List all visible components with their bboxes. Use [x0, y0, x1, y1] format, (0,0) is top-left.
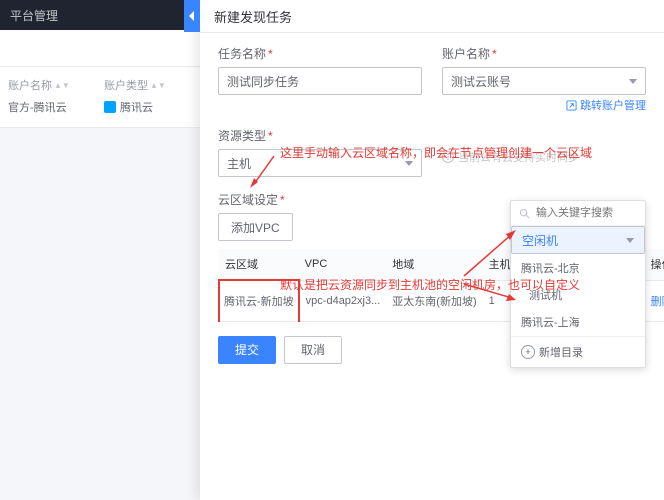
info-icon — [442, 151, 454, 163]
dropdown-add-dir[interactable]: + 新增目录 — [511, 336, 645, 367]
dropdown-search[interactable] — [511, 201, 645, 226]
dropdown-group-beijing[interactable]: 腾讯云-北京 — [511, 254, 645, 282]
account-manage-link[interactable]: 跳转账户管理 — [566, 97, 646, 113]
add-vpc-button[interactable]: 添加VPC — [218, 213, 293, 241]
collapse-drawer-button[interactable] — [184, 0, 200, 32]
drawer-title: 新建发现任务 — [200, 0, 664, 33]
app-header: 平台管理 — [0, 0, 200, 30]
dropdown-option-idle[interactable]: 空闲机 — [511, 226, 645, 254]
dropdown-search-input[interactable] — [534, 206, 628, 220]
target-dropdown: 空闲机 腾讯云-北京 测试机 腾讯云-上海 + 新增目录 — [510, 200, 646, 368]
table-row[interactable]: 官方-腾讯云 腾讯云 — [0, 99, 200, 115]
tencent-cloud-icon — [104, 101, 116, 113]
bg-col-account-name[interactable]: 账户名称▲▼ — [8, 77, 104, 93]
submit-button[interactable]: 提交 — [218, 336, 276, 364]
sync-hint: 当前公有云支持实时同步 — [442, 149, 646, 165]
task-name-input[interactable] — [218, 67, 422, 95]
task-name-label: 任务名称* — [218, 45, 422, 62]
resource-type-select[interactable]: 主机 — [218, 149, 422, 177]
th-region: 云区域 — [219, 249, 299, 280]
search-icon — [519, 208, 530, 219]
dropdown-group-shanghai[interactable]: 腾讯云-上海 — [511, 308, 645, 336]
delete-row-button[interactable]: 删除 — [651, 296, 664, 308]
resource-type-label: 资源类型* — [218, 127, 422, 144]
th-area: 地域 — [386, 249, 482, 280]
account-select[interactable]: 测试云账号 — [442, 67, 646, 95]
account-name-label: 账户名称* — [442, 45, 646, 62]
th-vpc: VPC — [299, 249, 387, 280]
bg-col-account-type[interactable]: 账户类型▲▼ — [104, 77, 200, 93]
vpc-cell: vpc-d4ap2xj3... — [299, 280, 387, 321]
dropdown-option-test[interactable]: 测试机 — [511, 282, 645, 308]
create-task-drawer: 新建发现任务 任务名称* 账户名称* 测试云账号 跳转账户管理 — [200, 0, 664, 500]
cancel-button[interactable]: 取消 — [284, 336, 342, 364]
region-cell[interactable]: 腾讯云-新加坡 — [219, 280, 299, 321]
th-op: 操作 — [645, 249, 664, 280]
plus-icon: + — [521, 345, 535, 359]
area-cell: 亚太东南(新加坡) — [386, 280, 482, 321]
shortcut-icon — [566, 100, 577, 111]
